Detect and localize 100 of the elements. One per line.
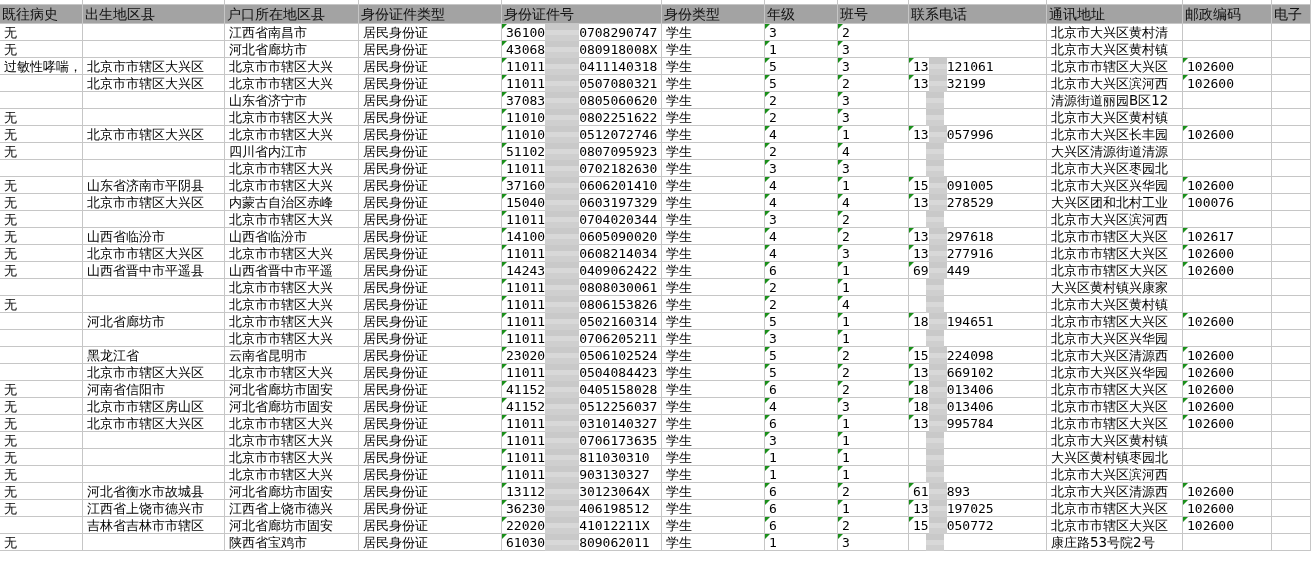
table-cell: 陕西省宝鸡市	[229, 534, 307, 551]
table-cell: 0405158028	[579, 381, 658, 398]
table-cell: 北京市市辖区大兴	[229, 364, 333, 381]
table-cell: 3	[769, 160, 777, 177]
redaction-mask	[545, 41, 580, 58]
column-header[interactable]: 电子	[1272, 5, 1311, 24]
table-cell: 3	[769, 24, 777, 41]
table-cell: 北京市市辖区大兴	[229, 415, 333, 432]
table-cell: 1	[769, 466, 777, 483]
table-cell: 3	[769, 211, 777, 228]
table-cell: 学生	[666, 92, 692, 109]
column-header[interactable]: 邮政编码	[1183, 5, 1272, 24]
cell-flag-icon	[838, 296, 843, 301]
redaction-mask	[545, 449, 580, 466]
table-cell: 北京市市辖区大兴区	[1051, 381, 1168, 398]
table-cell: 居民身份证	[363, 534, 428, 551]
column-header[interactable]: 身份证件类型	[359, 5, 502, 24]
table-cell: 5	[769, 313, 777, 330]
table-cell: 居民身份证	[363, 364, 428, 381]
table-cell: 山东省济南市平阴县	[87, 177, 204, 194]
table-cell: 无	[4, 228, 17, 245]
cell-flag-icon	[502, 126, 507, 131]
table-cell: 北京市市辖区大兴	[229, 58, 333, 75]
table-cell: 学生	[666, 449, 692, 466]
column-header[interactable]: 通讯地址	[1047, 5, 1183, 24]
table-cell: 北京市大兴区黄村镇	[1051, 296, 1168, 313]
column-header[interactable]: 联系电话	[909, 5, 1047, 24]
column-header[interactable]: 身份类型	[662, 5, 765, 24]
cell-flag-icon	[838, 466, 843, 471]
cell-flag-icon	[502, 24, 507, 29]
table-cell: 2	[842, 24, 850, 41]
table-cell: 康庄路53号院2号	[1051, 534, 1155, 551]
cell-flag-icon	[838, 41, 843, 46]
cell-flag-icon	[838, 534, 843, 539]
table-cell: 无	[4, 381, 17, 398]
cell-flag-icon	[502, 245, 507, 250]
cell-flag-icon	[838, 500, 843, 505]
cell-flag-icon	[838, 483, 843, 488]
cell-flag-icon	[838, 432, 843, 437]
table-cell: 北京市市辖区大兴区	[1051, 415, 1168, 432]
table-cell: 北京市大兴区清源西	[1051, 483, 1168, 500]
table-cell: 1	[842, 500, 850, 517]
cell-flag-icon	[909, 313, 914, 318]
column-header[interactable]: 出生地区县	[83, 5, 225, 24]
table-cell: 北京市大兴区枣园北	[1051, 160, 1168, 177]
table-cell: 北京市大兴区黄村清	[1051, 24, 1168, 41]
table-cell: 学生	[666, 24, 692, 41]
cell-flag-icon	[1183, 517, 1188, 522]
cell-flag-icon	[502, 160, 507, 165]
table-cell: 河北省衡水市故城县	[87, 483, 204, 500]
cell-flag-icon	[1183, 194, 1188, 199]
cell-flag-icon	[909, 75, 914, 80]
table-cell: 无	[4, 432, 17, 449]
table-cell: 居民身份证	[363, 262, 428, 279]
table-cell: 居民身份证	[363, 177, 428, 194]
cell-flag-icon	[1183, 347, 1188, 352]
table-cell: 13	[913, 500, 929, 517]
column-header[interactable]: 班号	[838, 5, 909, 24]
table-cell: 北京市市辖区大兴	[229, 330, 333, 347]
cell-flag-icon	[838, 126, 843, 131]
table-cell: 江西省南昌市	[229, 24, 307, 41]
table-cell: 无	[4, 262, 17, 279]
table-cell: 2	[842, 228, 850, 245]
table-cell: 1	[769, 449, 777, 466]
table-cell: 102617	[1187, 228, 1234, 245]
cell-flag-icon	[765, 75, 770, 80]
cell-flag-icon	[502, 466, 507, 471]
table-cell: 13	[913, 364, 929, 381]
column-header[interactable]: 年级	[765, 5, 838, 24]
table-cell: 无	[4, 500, 17, 517]
table-cell: 1	[842, 279, 850, 296]
table-cell: 11011	[506, 466, 546, 483]
table-cell: 江西省上饶市德兴	[229, 500, 333, 517]
column-header[interactable]: 户口所在地区县	[225, 5, 359, 24]
table-cell: 2	[769, 109, 777, 126]
cell-flag-icon	[765, 41, 770, 46]
table-cell: 15	[913, 177, 929, 194]
table-cell: 学生	[666, 483, 692, 500]
table-cell: 居民身份证	[363, 398, 428, 415]
table-cell: 102600	[1187, 245, 1234, 262]
table-cell: 清源街道丽园B区12	[1051, 92, 1169, 109]
table-cell: 1	[842, 466, 850, 483]
table-cell: 893	[946, 483, 971, 500]
table-cell: 4	[769, 398, 777, 415]
table-cell: 449	[946, 262, 971, 279]
table-cell: 学生	[666, 228, 692, 245]
column-header[interactable]: 既往病史	[0, 5, 83, 24]
cell-flag-icon	[838, 279, 843, 284]
cell-flag-icon	[1183, 381, 1188, 386]
redaction-mask	[545, 228, 580, 245]
table-cell: 6	[769, 262, 777, 279]
table-cell: 无	[4, 194, 17, 211]
table-cell: 15	[913, 517, 929, 534]
cell-flag-icon	[838, 92, 843, 97]
redaction-mask	[545, 296, 580, 313]
table-cell: 北京市市辖区大兴区	[1051, 398, 1168, 415]
table-cell: 11010	[506, 126, 546, 143]
column-header[interactable]: 身份证件号	[502, 5, 662, 24]
cell-flag-icon	[838, 313, 843, 318]
table-cell: 学生	[666, 58, 692, 75]
